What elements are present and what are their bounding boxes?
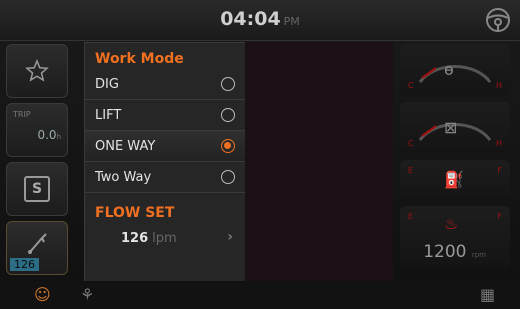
- flow-value: 126: [121, 230, 149, 246]
- gauge-label-f: F: [497, 166, 502, 175]
- bottom-bar: ☺ ⚘ ▦: [0, 281, 520, 309]
- gauge-label-f2: F: [497, 212, 502, 221]
- flow-set-row[interactable]: 126 lpm ›: [85, 225, 245, 251]
- monitor-screen: 04:04 PM TRIP 0.0h S 126 Work Mode DIG L…: [0, 0, 520, 309]
- fuel-icon: ⛽: [444, 170, 464, 189]
- trip-value: 0.0h: [37, 128, 61, 142]
- chevron-right-icon: ›: [227, 229, 233, 245]
- rpm-value: 1200: [423, 242, 467, 262]
- trip-label: TRIP: [13, 110, 31, 119]
- camera-icon[interactable]: ⚘: [80, 285, 94, 304]
- option-lift[interactable]: LIFT: [85, 100, 245, 131]
- favorite-button[interactable]: [6, 44, 68, 98]
- work-mode-panel: Work Mode DIG LIFT ONE WAY Two Way FLOW …: [84, 42, 246, 282]
- radio-button[interactable]: [221, 108, 235, 122]
- trip-number: 0.0: [37, 128, 57, 142]
- top-bar: 04:04 PM: [0, 0, 520, 41]
- trip-button[interactable]: TRIP 0.0h: [6, 103, 68, 157]
- trip-unit: h: [56, 133, 61, 141]
- aux-hydraulic-button[interactable]: 126: [6, 221, 68, 275]
- s-button[interactable]: S: [6, 162, 68, 216]
- gauge-label-e2: E: [408, 212, 414, 221]
- work-mode-title: Work Mode: [95, 51, 184, 67]
- option-label: ONE WAY: [95, 138, 156, 154]
- coolant-gauge: ⊠ C H: [400, 102, 510, 154]
- s-icon: S: [24, 176, 50, 202]
- steering-wheel-icon[interactable]: [484, 6, 512, 34]
- engine-gauge: ѳ C H: [400, 44, 510, 96]
- person-icon[interactable]: ☺: [34, 285, 51, 304]
- rpm-readout: 1200 rpm: [423, 242, 486, 262]
- radio-button[interactable]: [221, 77, 235, 91]
- radio-button[interactable]: [221, 170, 235, 184]
- flow-set-title: FLOW SET: [95, 205, 175, 221]
- coolant-icon: ⊠: [444, 118, 458, 137]
- option-label: Two Way: [95, 169, 152, 185]
- gauge-label-c2: C: [408, 139, 414, 148]
- option-dig[interactable]: DIG: [85, 69, 245, 100]
- clock-time: 04:04: [220, 8, 281, 30]
- fuel-gauge: ⛽ E F: [400, 160, 510, 200]
- rpm-unit: rpm: [471, 251, 486, 259]
- option-two-way[interactable]: Two Way: [85, 162, 245, 193]
- aux-value: 126: [10, 258, 39, 271]
- engine-icon: ѳ: [444, 60, 454, 79]
- rpm-icon: ♨: [444, 214, 459, 233]
- right-gauges: ѳ C H ⊠ C H ⛽ E F ♨ E F 1200 rpm: [400, 44, 512, 274]
- clock-ampm: PM: [283, 15, 300, 28]
- aux-hydraulic-icon: [28, 233, 47, 254]
- option-one-way[interactable]: ONE WAY: [85, 131, 245, 162]
- option-label: LIFT: [95, 107, 122, 123]
- radio-button-selected[interactable]: [221, 139, 235, 153]
- flow-unit: lpm: [152, 230, 177, 246]
- rpm-gauge: ♨ E F 1200 rpm: [400, 206, 510, 268]
- gauge-label-e: E: [408, 166, 414, 175]
- option-label: DIG: [95, 76, 119, 92]
- gauge-label-h2: H: [495, 139, 502, 148]
- gauge-label-c: C: [408, 81, 414, 90]
- clock: 04:04 PM: [0, 8, 520, 30]
- star-icon: [25, 59, 49, 82]
- gauge-label-h: H: [495, 81, 502, 90]
- left-column: TRIP 0.0h S 126: [6, 44, 70, 280]
- camera-view: [245, 42, 393, 281]
- wrench-icon[interactable]: ▦: [480, 285, 495, 304]
